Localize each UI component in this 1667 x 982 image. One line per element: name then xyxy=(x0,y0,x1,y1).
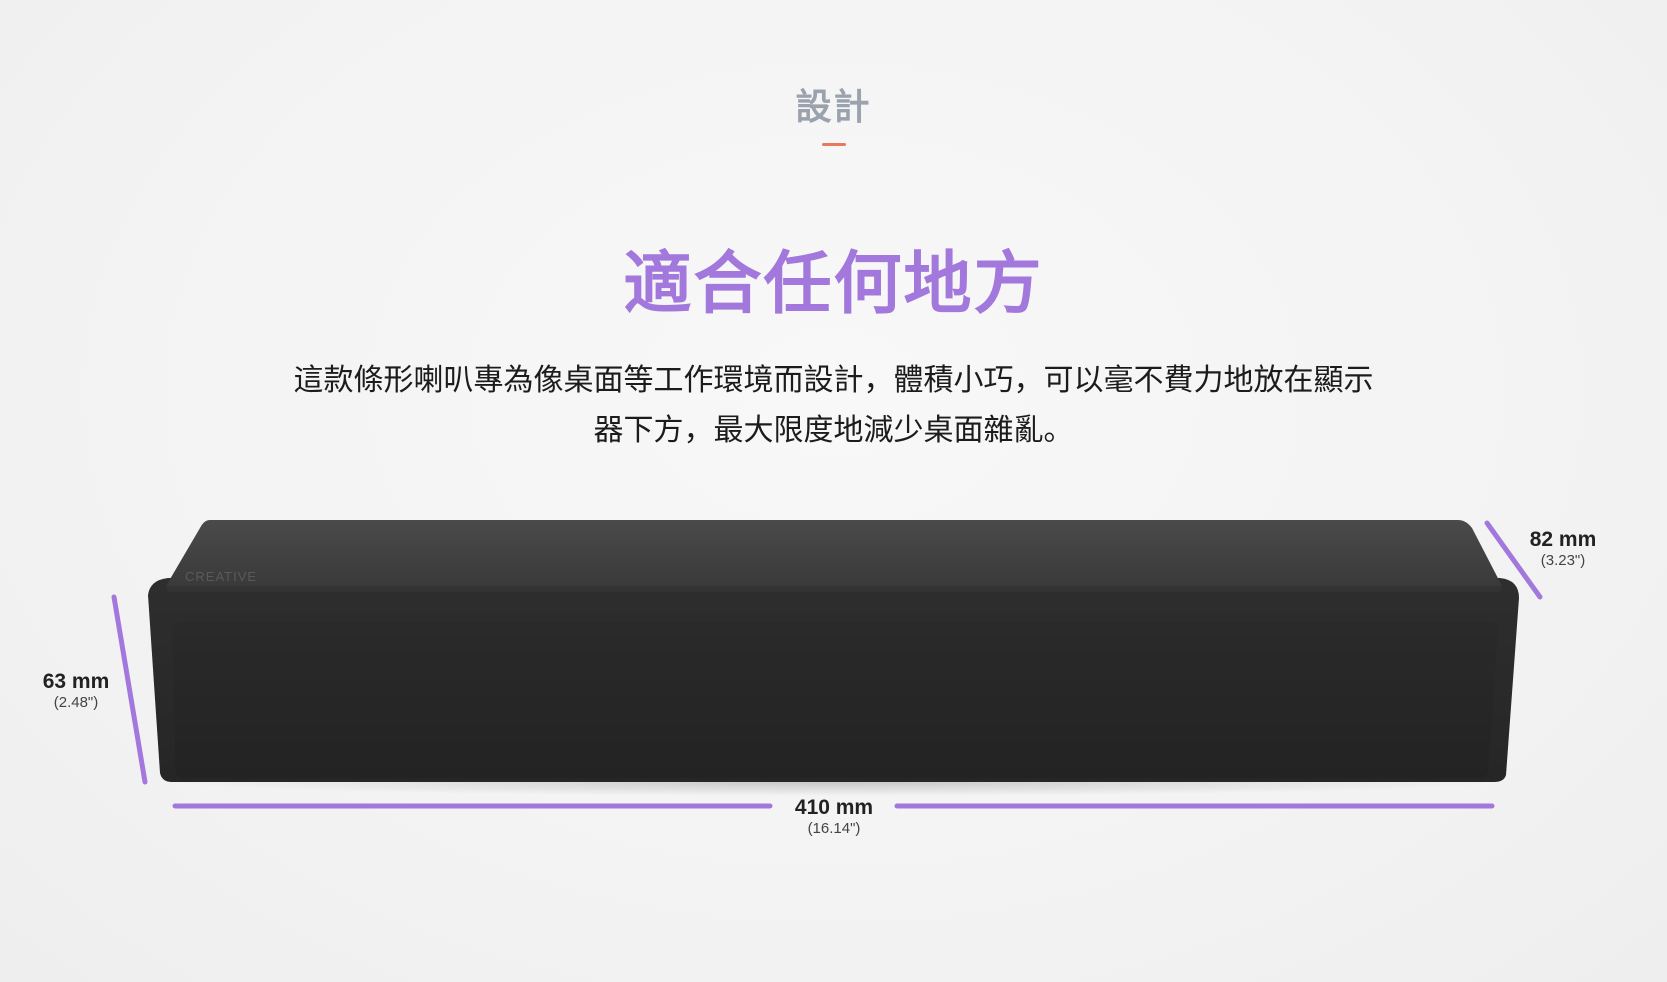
depth-dimension-label: 82 mm (3.23") xyxy=(1513,528,1613,570)
depth-imperial: (3.23") xyxy=(1540,552,1586,569)
width-dimension-label: 410 mm (16.14") xyxy=(774,796,894,838)
depth-metric: 82 mm xyxy=(1529,528,1597,551)
height-dimension-label: 63 mm (2.48") xyxy=(26,670,126,712)
speaker-grille xyxy=(172,622,1499,778)
width-imperial: (16.14") xyxy=(807,820,861,837)
height-imperial: (2.48") xyxy=(53,694,99,711)
height-metric: 63 mm xyxy=(42,670,110,693)
soundbar-top-panel xyxy=(166,520,1502,586)
brand-logo: CREATIVE xyxy=(185,569,257,584)
width-metric: 410 mm xyxy=(794,796,874,819)
soundbar-top-edge xyxy=(166,586,1502,592)
